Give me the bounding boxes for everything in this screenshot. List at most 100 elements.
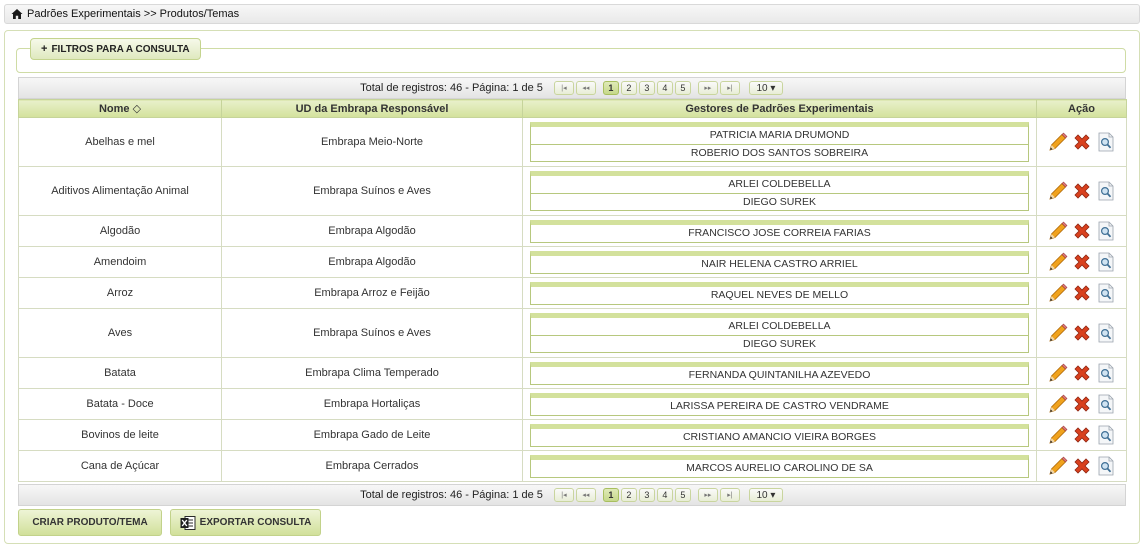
delete-x-icon[interactable] bbox=[1071, 282, 1093, 304]
pagination-top-page-5[interactable]: 5 bbox=[674, 81, 691, 95]
table-row: Bovinos de leite Embrapa Gado de Leite CRI… bbox=[18, 419, 1127, 451]
cell-acao bbox=[1036, 215, 1127, 247]
table-row: Cana de Açúcar Embrapa Cerrados MARCOS AUR… bbox=[18, 450, 1127, 482]
magnifier-icon[interactable] bbox=[1095, 362, 1117, 384]
magnifier-icon[interactable] bbox=[1095, 424, 1117, 446]
cell-gestores: ARLEI COLDEBELLA DIEGO SUREK bbox=[522, 308, 1037, 358]
cell-gestores: LARISSA PEREIRA DE CASTRO VENDRAME bbox=[522, 388, 1037, 420]
pagination-bottom-page-5[interactable]: 5 bbox=[674, 488, 691, 502]
pencil-icon[interactable] bbox=[1047, 131, 1069, 153]
filters-toggle-label: FILTROS PARA A CONSULTA bbox=[51, 43, 190, 55]
pencil-icon[interactable] bbox=[1047, 362, 1069, 384]
column-header-ud: UD da Embrapa Responsável bbox=[221, 99, 523, 118]
pencil-icon[interactable] bbox=[1047, 424, 1069, 446]
pencil-icon[interactable] bbox=[1047, 220, 1069, 242]
magnifier-icon[interactable] bbox=[1095, 220, 1117, 242]
magnifier-icon[interactable] bbox=[1095, 322, 1117, 344]
pagination-bottom-page-1[interactable]: 1 bbox=[602, 488, 619, 502]
pagination-top-page-4[interactable]: 4 bbox=[656, 81, 673, 95]
cell-ud: Embrapa Algodão bbox=[221, 215, 523, 247]
cell-gestores: PATRICIA MARIA DRUMOND ROBERIO DOS SANTOS… bbox=[522, 117, 1037, 167]
delete-x-icon[interactable] bbox=[1071, 220, 1093, 242]
magnifier-icon[interactable] bbox=[1095, 180, 1117, 202]
pagination-bottom-page-2[interactable]: 2 bbox=[620, 488, 637, 502]
home-icon[interactable] bbox=[11, 8, 23, 20]
excel-icon bbox=[180, 515, 196, 531]
magnifier-icon[interactable] bbox=[1095, 282, 1117, 304]
delete-x-icon[interactable] bbox=[1071, 180, 1093, 202]
delete-x-icon[interactable] bbox=[1071, 131, 1093, 153]
gestor-name: ARLEI COLDEBELLA bbox=[728, 178, 831, 190]
gestores-list: RAQUEL NEVES DE MELLO bbox=[530, 281, 1029, 305]
gestor-name: ROBERIO DOS SANTOS SOBREIRA bbox=[531, 144, 1028, 161]
plus-icon: + bbox=[41, 43, 48, 55]
filters-toggle-button[interactable]: + FILTROS PARA A CONSULTA bbox=[30, 38, 201, 60]
pagination-top-next-button[interactable]: ▸▸ bbox=[697, 81, 718, 95]
pagination-bottom-first-button[interactable]: |◂ bbox=[553, 488, 574, 502]
pagination-top-page-1[interactable]: 1 bbox=[602, 81, 619, 95]
gestores-list: ARLEI COLDEBELLA DIEGO SUREK bbox=[530, 313, 1029, 353]
pencil-icon[interactable] bbox=[1047, 251, 1069, 273]
pagination-bottom-page-size-select[interactable]: 10 ▾ bbox=[748, 488, 783, 502]
gestor-name: NAIR HELENA CASTRO ARRIEL bbox=[701, 257, 858, 270]
delete-x-icon[interactable] bbox=[1071, 393, 1093, 415]
export-query-label: EXPORTAR CONSULTA bbox=[199, 517, 312, 528]
delete-x-icon[interactable] bbox=[1071, 455, 1093, 477]
cell-acao bbox=[1036, 246, 1127, 278]
table-row: Arroz Embrapa Arroz e Feijão RAQUEL NEVES … bbox=[18, 277, 1127, 309]
magnifier-icon[interactable] bbox=[1095, 251, 1117, 273]
cell-gestores: ARLEI COLDEBELLA DIEGO SUREK bbox=[522, 166, 1037, 216]
cell-gestores: FRANCISCO JOSE CORREIA FARIAS bbox=[522, 215, 1037, 247]
delete-x-icon[interactable] bbox=[1071, 322, 1093, 344]
table-header-row: Nome ◇ UD da Embrapa Responsável Gestore… bbox=[18, 99, 1127, 118]
gestor-name: CRISTIANO AMANCIO VIEIRA BORGES bbox=[682, 430, 877, 443]
cell-gestores: MARCOS AURELIO CAROLINO DE SA bbox=[522, 450, 1037, 482]
pagination-top-page-size-select[interactable]: 10 ▾ bbox=[748, 81, 783, 95]
magnifier-icon[interactable] bbox=[1095, 131, 1117, 153]
gestor-name: ARLEI COLDEBELLA bbox=[728, 320, 831, 332]
pagination-top-page-3[interactable]: 3 bbox=[638, 81, 655, 95]
cell-gestores: FERNANDA QUINTANILHA AZEVEDO bbox=[522, 357, 1037, 389]
pencil-icon[interactable] bbox=[1047, 393, 1069, 415]
gestor-name: PATRICIA MARIA DRUMOND bbox=[709, 129, 850, 141]
breadcrumb-text: Padrões Experimentais >> Produtos/Temas bbox=[27, 8, 240, 20]
cell-acao bbox=[1036, 166, 1127, 216]
gestores-list: FRANCISCO JOSE CORREIA FARIAS bbox=[530, 219, 1029, 243]
cell-ud: Embrapa Hortaliças bbox=[221, 388, 523, 420]
pagination-bottom-page-3[interactable]: 3 bbox=[638, 488, 655, 502]
pagination-top-info: Total de registros: 46 - Página: 1 de 5 bbox=[360, 82, 543, 94]
magnifier-icon[interactable] bbox=[1095, 393, 1117, 415]
column-header-nome[interactable]: Nome ◇ bbox=[18, 99, 222, 118]
pencil-icon[interactable] bbox=[1047, 322, 1069, 344]
pagination-top-last-button[interactable]: ▸| bbox=[719, 81, 740, 95]
gestores-list: NAIR HELENA CASTRO ARRIEL bbox=[530, 250, 1029, 274]
pagination-top-page-2[interactable]: 2 bbox=[620, 81, 637, 95]
pagination-bottom-prev-button[interactable]: ◂◂ bbox=[575, 488, 596, 502]
gestores-list: PATRICIA MARIA DRUMOND ROBERIO DOS SANTOS… bbox=[530, 122, 1029, 162]
cell-nome: Aves bbox=[18, 308, 222, 358]
cell-nome: Amendoim bbox=[18, 246, 222, 278]
pencil-icon[interactable] bbox=[1047, 282, 1069, 304]
create-product-label: CRIAR PRODUTO/TEMA bbox=[32, 517, 148, 528]
cell-nome: Aditivos Alimentação Animal bbox=[18, 166, 222, 216]
cell-ud: Embrapa Suínos e Aves bbox=[221, 308, 523, 358]
export-query-button[interactable]: EXPORTAR CONSULTA bbox=[170, 509, 321, 536]
delete-x-icon[interactable] bbox=[1071, 362, 1093, 384]
pagination-bottom-page-4[interactable]: 4 bbox=[656, 488, 673, 502]
magnifier-icon[interactable] bbox=[1095, 455, 1117, 477]
pagination-bottom-last-button[interactable]: ▸| bbox=[719, 488, 740, 502]
pagination-bottom-next-button[interactable]: ▸▸ bbox=[697, 488, 718, 502]
delete-x-icon[interactable] bbox=[1071, 251, 1093, 273]
pagination-top-first-button[interactable]: |◂ bbox=[553, 81, 574, 95]
delete-x-icon[interactable] bbox=[1071, 424, 1093, 446]
table-row: Algodão Embrapa Algodão FRANCISCO JOSE COR… bbox=[18, 215, 1127, 247]
gestor-name: DIEGO SUREK bbox=[531, 193, 1028, 210]
pagination-bottom: Total de registros: 46 - Página: 1 de 5 |… bbox=[18, 484, 1126, 506]
pencil-icon[interactable] bbox=[1047, 455, 1069, 477]
table-row: Amendoim Embrapa Algodão NAIR HELENA CASTR… bbox=[18, 246, 1127, 278]
pagination-top-prev-button[interactable]: ◂◂ bbox=[575, 81, 596, 95]
pencil-icon[interactable] bbox=[1047, 180, 1069, 202]
cell-acao bbox=[1036, 419, 1127, 451]
gestores-list: ARLEI COLDEBELLA DIEGO SUREK bbox=[530, 171, 1029, 211]
create-product-button[interactable]: CRIAR PRODUTO/TEMA bbox=[18, 509, 162, 536]
